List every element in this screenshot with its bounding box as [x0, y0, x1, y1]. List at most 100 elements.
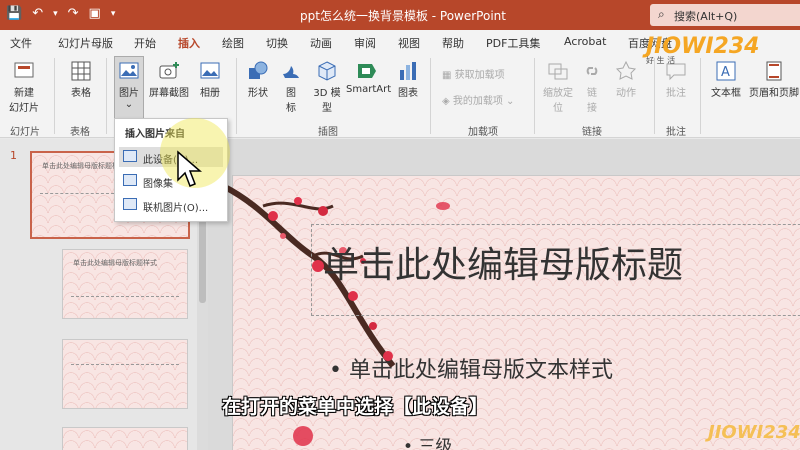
undo-icon[interactable]: ↶: [32, 6, 43, 21]
title-bar: 💾 ↶ ▾ ↷ ▣ ▾ ppt怎么统一换背景模板 - PowerPoint ⌕ …: [0, 0, 800, 30]
ribbon-separator: [534, 58, 535, 134]
screenshot-icon: [159, 62, 179, 79]
icons-label: 图 标: [286, 88, 296, 114]
tab-home[interactable]: 开始: [134, 35, 156, 51]
smartart-button[interactable]: SmartArt: [346, 60, 392, 95]
table-icon: [71, 61, 91, 81]
search-icon: ⌕: [658, 7, 665, 21]
shapes-label: 形状: [248, 88, 268, 99]
ribbon-separator: [700, 58, 701, 134]
screenshot-label: 屏幕截图: [149, 88, 189, 99]
quick-access-toolbar: 💾 ↶ ▾ ↷ ▣ ▾: [6, 6, 115, 21]
slideshow-icon[interactable]: ▣: [89, 6, 101, 21]
svg-text:A: A: [721, 65, 730, 80]
tab-transitions[interactable]: 切换: [266, 35, 288, 51]
zoom-button[interactable]: 缩放定 位: [540, 60, 576, 114]
thumbnail-placeholder-line: [71, 296, 179, 297]
ribbon-separator: [654, 58, 655, 134]
new-slide-button[interactable]: 新建 幻灯片: [6, 60, 42, 114]
addins-icon: ◈: [442, 96, 453, 107]
tab-pdf-tools[interactable]: PDF工具集: [486, 35, 540, 51]
tab-acrobat[interactable]: Acrobat: [564, 35, 606, 48]
mouse-cursor-icon: [177, 150, 203, 187]
action-label: 动作: [616, 88, 636, 99]
picture-icon: [119, 62, 139, 79]
smartart-label: SmartArt: [346, 84, 392, 95]
3d-model-button[interactable]: 3D 模 型: [310, 60, 344, 114]
tab-animations[interactable]: 动画: [310, 35, 332, 51]
my-addins-button[interactable]: ◈ 我的加载项 ⌄: [442, 92, 514, 107]
blossom-petal-decoration: [436, 202, 450, 210]
ribbon-separator: [54, 58, 55, 134]
slide-number: 1: [10, 149, 17, 162]
thumbnail-title: 单击此处编辑母版标题样式: [73, 259, 157, 267]
group-comments-label: 批注: [666, 127, 686, 138]
watermark-logo: JIOWI234 好 生 活: [646, 34, 759, 66]
bullet-level3[interactable]: • 三级: [403, 432, 452, 450]
album-icon: [200, 62, 220, 79]
menu-item-label: 图像集: [143, 179, 173, 190]
watermark-logo-bottom: JIOWI234: [708, 422, 800, 443]
slide-thumbnail-layout[interactable]: [62, 339, 188, 409]
3d-model-label: 3D 模 型: [313, 88, 341, 114]
redo-icon[interactable]: ↷: [68, 6, 79, 21]
group-links-label: 链接: [582, 127, 602, 138]
tab-help[interactable]: 帮助: [442, 35, 464, 51]
table-label: 表格: [71, 88, 91, 99]
link-icon: [586, 67, 598, 75]
window-title: ppt怎么统一换背景模板 - PowerPoint: [300, 9, 506, 23]
comment-label: 批注: [666, 88, 686, 99]
picture-label: 图片: [119, 88, 139, 99]
group-tables-label: 表格: [70, 127, 90, 138]
shapes-icon: [249, 61, 268, 79]
undo-dropdown-icon[interactable]: ▾: [53, 9, 58, 19]
zoom-icon: [548, 63, 568, 80]
tab-review[interactable]: 审阅: [354, 35, 376, 51]
link-button[interactable]: 链 接: [580, 60, 604, 114]
chart-label: 图表: [398, 88, 418, 99]
get-addins-label: 获取加载项: [454, 70, 505, 81]
ribbon-separator: [106, 58, 107, 134]
chevron-down-icon: ⌄: [124, 99, 134, 110]
chart-button[interactable]: 图表: [394, 60, 422, 99]
slide-title[interactable]: 单击此处编辑母版标题: [323, 236, 683, 288]
tab-draw[interactable]: 绘图: [222, 35, 244, 51]
link-label: 链 接: [587, 88, 597, 114]
store-icon: ▦: [442, 70, 455, 81]
album-label: 相册: [200, 88, 220, 99]
tab-file[interactable]: 文件: [10, 35, 32, 51]
group-illustrations-label: 插图: [318, 127, 338, 138]
customize-qat-icon[interactable]: ▾: [111, 9, 116, 19]
group-addins-label: 加载项: [468, 127, 498, 138]
screenshot-button[interactable]: 屏幕截图: [146, 60, 192, 99]
menu-item-online-pictures[interactable]: 联机图片(O)...: [119, 195, 223, 215]
album-button[interactable]: 相册: [196, 60, 224, 99]
table-button[interactable]: 表格: [64, 60, 98, 99]
new-slide-icon: [14, 62, 34, 78]
tab-insert[interactable]: 插入: [178, 35, 200, 56]
get-addins-button[interactable]: ▦ 获取加载项: [442, 66, 505, 81]
cube-icon: [318, 61, 336, 81]
bullet-level1[interactable]: • 单击此处编辑母版文本样式: [329, 352, 613, 384]
save-icon[interactable]: 💾: [6, 6, 22, 21]
blossom-petal-decoration: [293, 426, 313, 446]
tab-view[interactable]: 视图: [398, 35, 420, 51]
new-slide-label: 新建 幻灯片: [9, 88, 39, 114]
icons-button[interactable]: 图 标: [278, 60, 304, 114]
device-picture-icon: [123, 150, 137, 162]
icons-bird-icon: [283, 66, 299, 78]
search-input[interactable]: ⌕ 搜索(Alt+Q): [650, 4, 800, 26]
shapes-button[interactable]: 形状: [244, 60, 272, 99]
action-button[interactable]: 动作: [612, 60, 640, 99]
menu-item-label: 联机图片(O)...: [143, 203, 209, 214]
slide-thumbnail-layout[interactable]: [62, 427, 188, 450]
picture-button[interactable]: 图片 ⌄: [114, 60, 144, 110]
tab-slide-master[interactable]: 幻灯片母版: [58, 35, 113, 51]
thumbnail-placeholder-line: [71, 364, 179, 365]
search-placeholder: 搜索(Alt+Q): [674, 10, 738, 23]
zoom-label: 缩放定 位: [543, 88, 573, 114]
slide-thumbnail-layout[interactable]: 单击此处编辑母版标题样式: [62, 249, 188, 319]
header-footer-label: 页眉和页脚: [749, 88, 799, 99]
chevron-down-icon: ⌄: [502, 96, 515, 107]
group-slides-label: 幻灯片: [10, 127, 40, 138]
